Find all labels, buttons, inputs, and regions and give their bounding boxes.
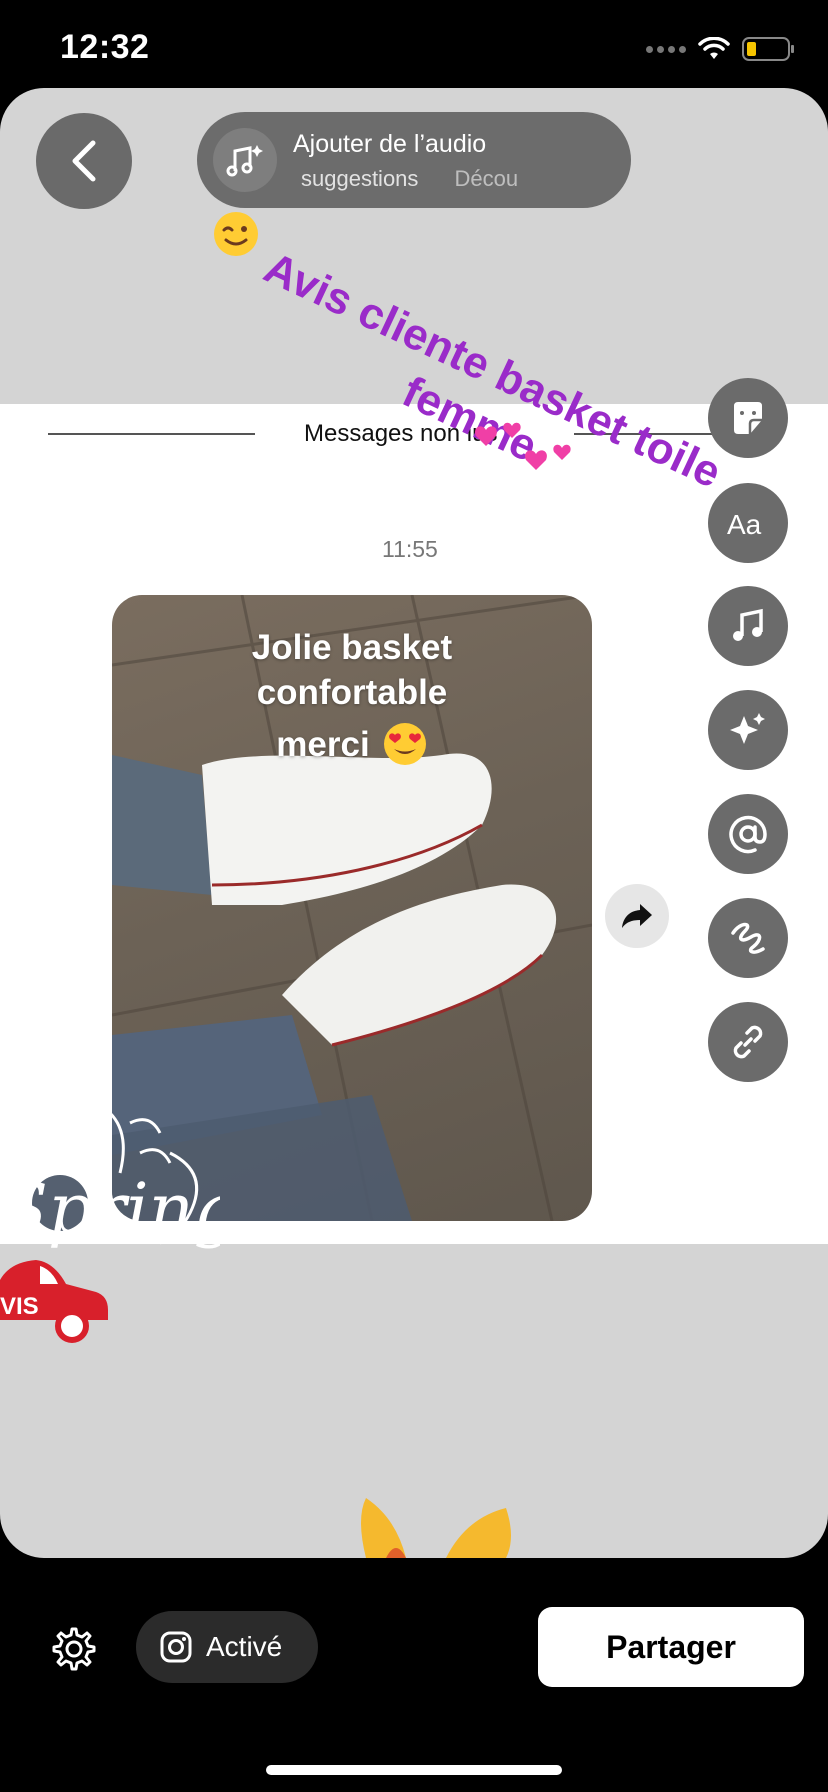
home-indicator [266, 1765, 562, 1775]
heart-eyes-emoji-icon [383, 723, 426, 765]
message-timestamp: 11:55 [382, 536, 438, 562]
add-audio-button[interactable]: Ajouter de l’audio suggestions Décou [197, 112, 631, 208]
instagram-crosspost-toggle[interactable]: Activé [136, 1611, 318, 1683]
photo-caption-line-3: merci [112, 721, 592, 767]
draw-tool-button[interactable] [708, 898, 788, 978]
draw-icon [731, 922, 765, 954]
settings-gear-icon[interactable] [48, 1625, 96, 1673]
text-icon: Aa [727, 509, 762, 540]
status-icons [646, 36, 796, 62]
signal-icon [646, 45, 686, 53]
two-hearts-icon-2 [525, 444, 571, 470]
flower-sticker [361, 1498, 511, 1558]
music-tool-button[interactable] [708, 586, 788, 666]
car-sticker[interactable]: VIS [0, 1248, 120, 1348]
back-button[interactable] [36, 113, 132, 209]
svg-text:Aa: Aa [727, 509, 762, 540]
music-add-icon [213, 128, 277, 192]
photo-caption-line-2: confortable [256, 673, 448, 712]
effects-tool-button[interactable] [708, 690, 788, 770]
spring-sticker[interactable]: Spring [0, 1093, 220, 1263]
status-bar: 12:32 [0, 0, 828, 88]
divider-line-left [48, 433, 255, 435]
instagram-icon [160, 1631, 192, 1663]
photo-caption-line-3-text: merci [276, 724, 370, 764]
forward-arrow-icon [605, 884, 669, 948]
photo-caption-line-1: Jolie basket [251, 628, 453, 667]
wifi-icon [698, 37, 730, 59]
audio-tab-suggestions[interactable]: suggestions [301, 166, 418, 191]
music-icon [733, 608, 763, 641]
link-icon [733, 1025, 763, 1059]
effects-icon [730, 713, 765, 744]
sticker-tool-button[interactable] [708, 378, 788, 458]
link-tool-button[interactable] [708, 1002, 788, 1082]
mention-icon [729, 815, 767, 854]
text-tool-button[interactable]: Aa [708, 483, 788, 563]
spring-text: Spring [0, 1168, 220, 1250]
active-label: Activé [206, 1631, 283, 1662]
mention-tool-button[interactable] [708, 794, 788, 874]
status-time: 12:32 [60, 28, 150, 66]
sticker-icon [734, 402, 762, 434]
audio-tabs: suggestions Décou [301, 166, 548, 192]
share-button[interactable]: Partager [538, 1607, 804, 1687]
chevron-left-icon [72, 140, 96, 182]
photo-caption: Jolie basket confortable merci [112, 625, 592, 767]
car-text: VIS [0, 1293, 39, 1320]
battery-icon [742, 37, 794, 61]
add-audio-title: Ajouter de l’audio [293, 130, 487, 158]
story-canvas[interactable]: Messages non lus 11:55 Jolie basket conf… [0, 88, 828, 1558]
audio-tab-discover[interactable]: Décou [455, 166, 519, 191]
